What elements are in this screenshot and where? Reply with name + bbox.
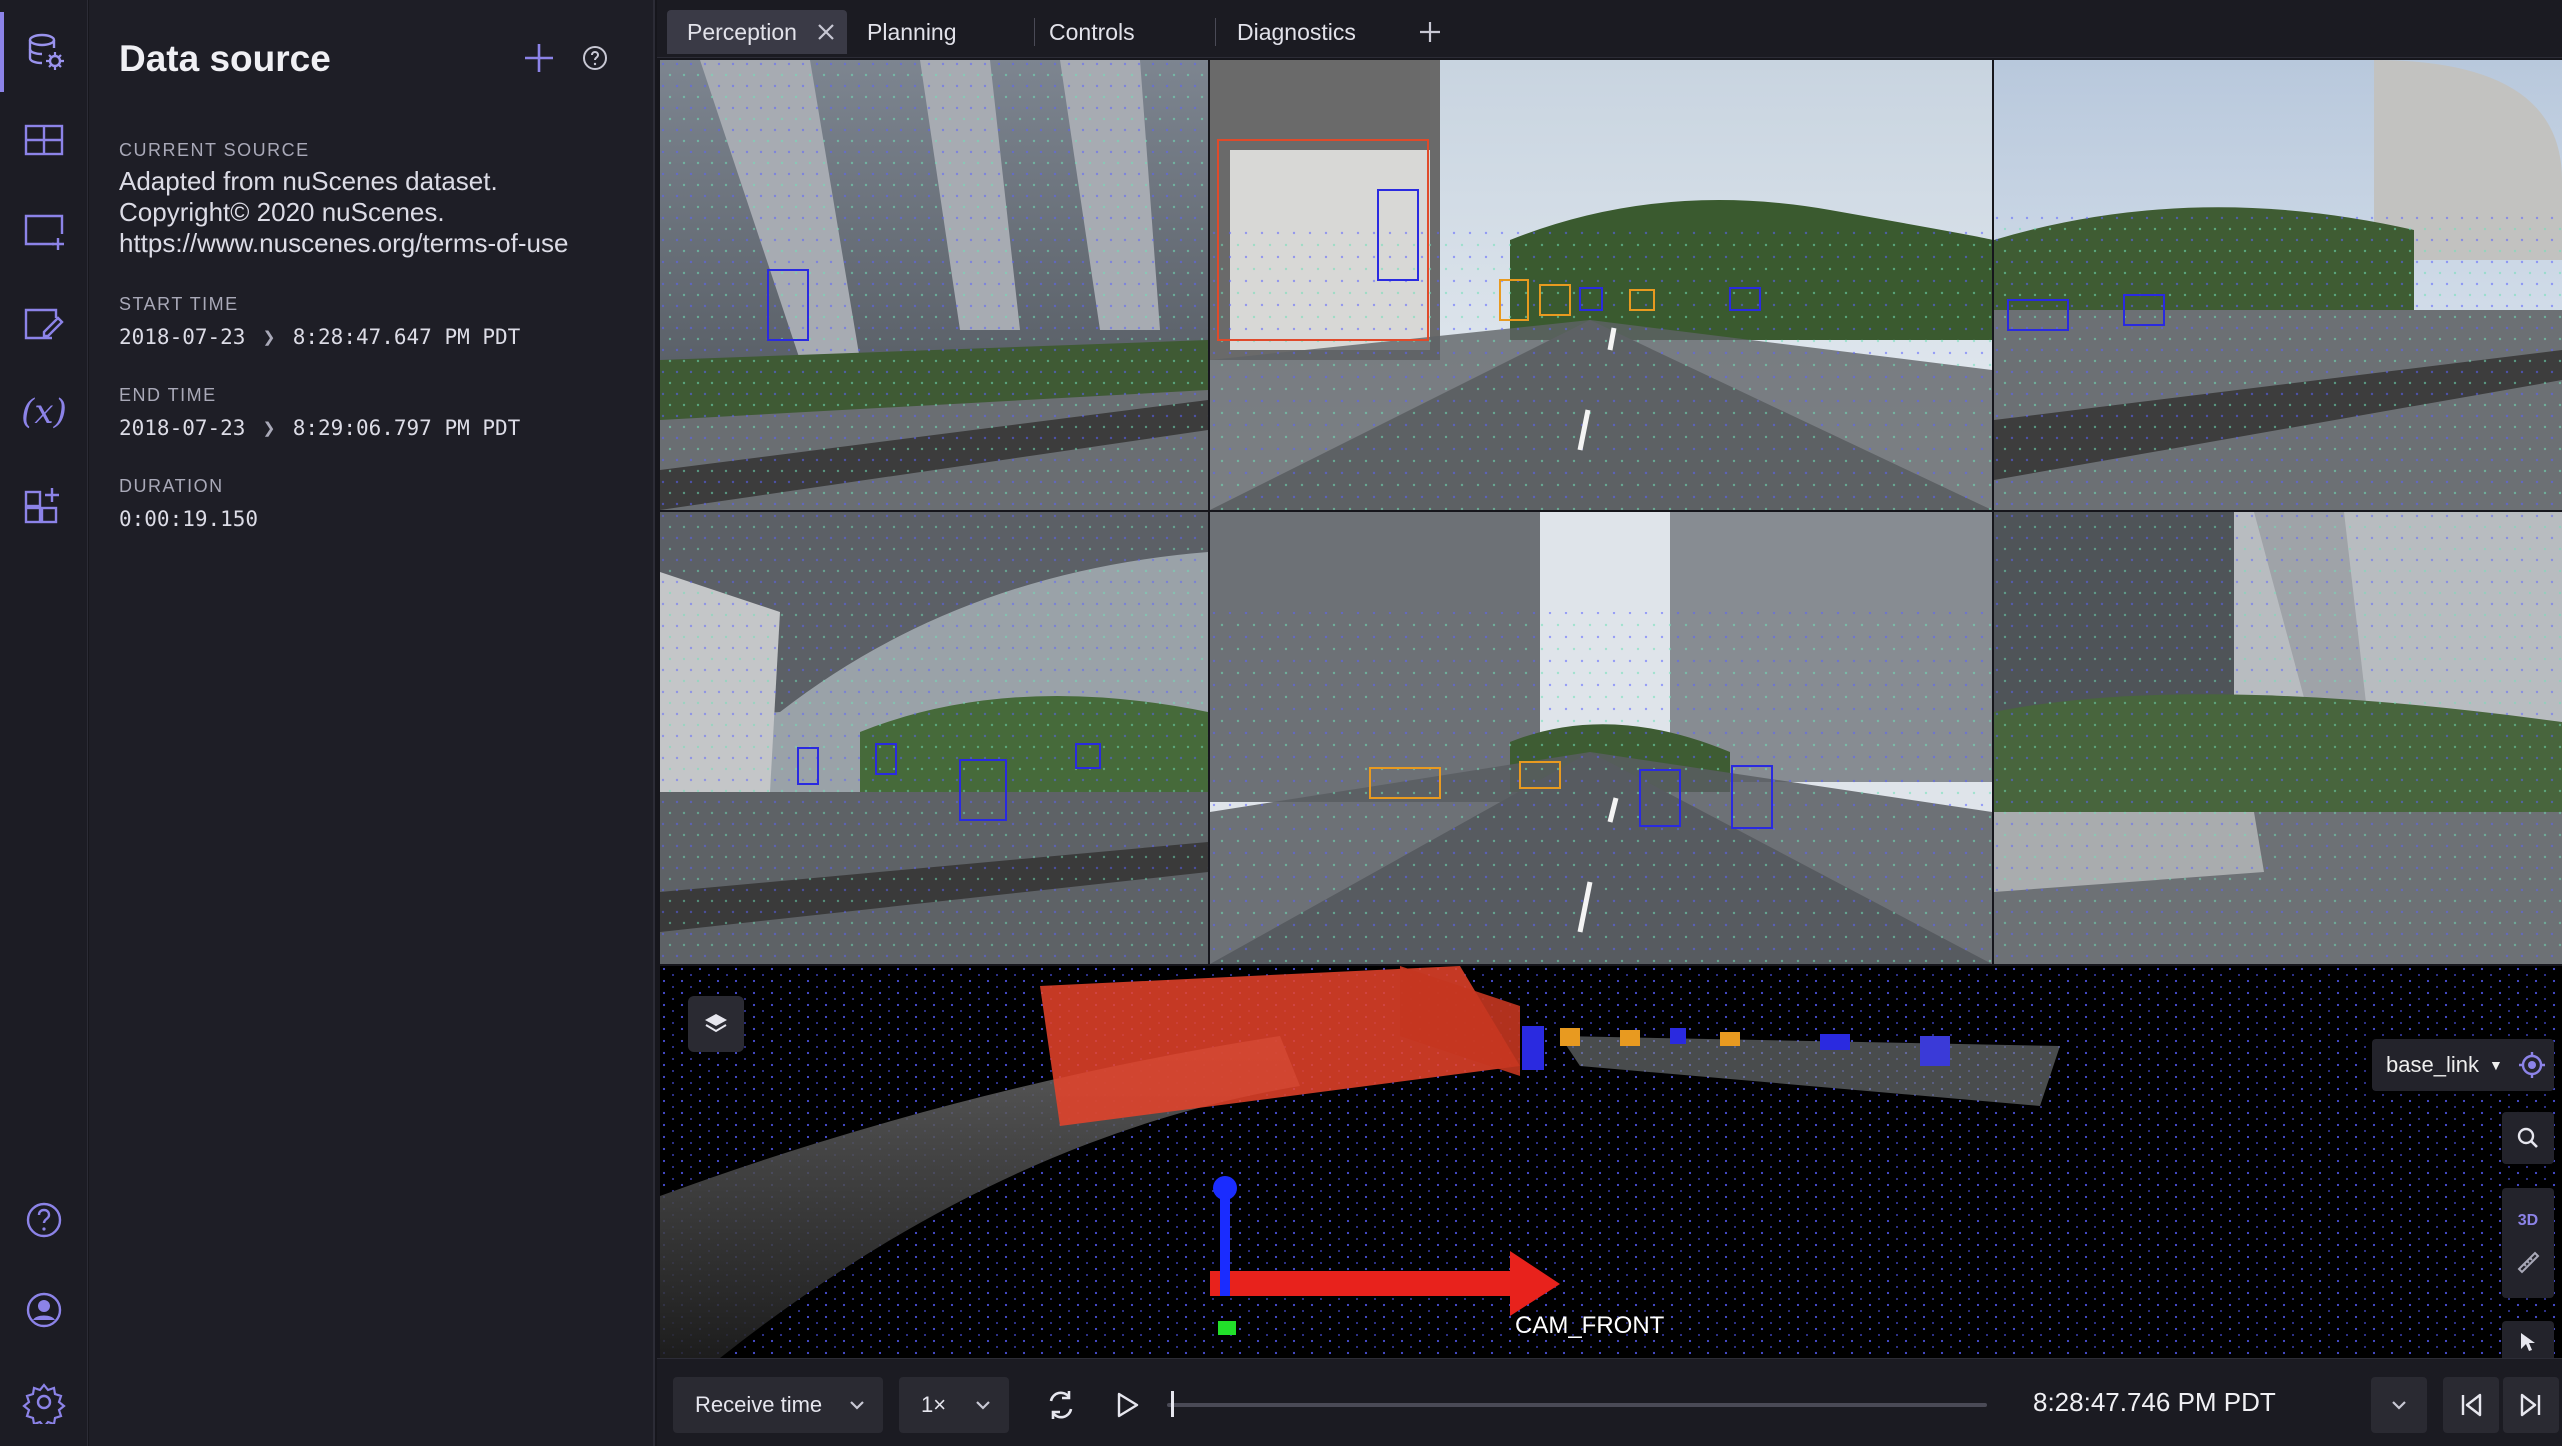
- playback-bar: Receive time 1× 8:28:47.746 PM PDT: [657, 1358, 2562, 1446]
- tab-controls[interactable]: Controls: [1029, 10, 1209, 54]
- toggle-3d-button[interactable]: 3D: [2518, 1212, 2538, 1230]
- camera-back-left-panel[interactable]: [660, 512, 1208, 964]
- end-time-label: END TIME: [119, 385, 217, 405]
- start-date: 2018-07-23: [119, 325, 246, 349]
- camera-front-right-panel[interactable]: [1994, 60, 2562, 510]
- loop-button[interactable]: [1039, 1383, 1083, 1427]
- data-source-panel: Data source CURRENT SOURCE Adapted from …: [89, 0, 655, 1446]
- panel-title: Data source: [119, 38, 331, 79]
- camera-frame-label: CAM_FRONT: [1515, 1312, 1665, 1339]
- speed-value: 1×: [921, 1392, 947, 1417]
- current-source-line-1: Adapted from nuScenes dataset.: [119, 166, 498, 196]
- tab-divider: [1215, 18, 1216, 46]
- close-icon[interactable]: [815, 21, 837, 43]
- chevron-down-icon: [2392, 1401, 2406, 1410]
- caret-down-icon: ▼: [2488, 1057, 2503, 1073]
- layout-tab-bar: Perception Planning Controls Diagnostics: [657, 0, 2562, 58]
- current-source-line-2: Copyright© 2020 nuScenes.: [119, 197, 445, 227]
- chevron-right-icon: ❯: [262, 416, 276, 440]
- end-time-value: 2018-07-23 ❯ 8:29:06.797 PM PDT: [119, 413, 520, 444]
- add-panel-icon[interactable]: [0, 192, 88, 272]
- camera-back-right-panel[interactable]: [1994, 512, 2562, 964]
- start-time-value: 2018-07-23 ❯ 8:28:47.647 PM PDT: [119, 322, 520, 353]
- playback-scrubber[interactable]: [1167, 1403, 1987, 1407]
- seek-backward-button[interactable]: [2443, 1377, 2499, 1433]
- tab-diagnostics[interactable]: Diagnostics: [1217, 10, 1407, 54]
- start-time: 8:28:47.647 PM PDT: [292, 325, 521, 349]
- tab-label: Diagnostics: [1237, 18, 1356, 45]
- plus-icon: [1420, 22, 1440, 42]
- start-time-label: START TIME: [119, 294, 239, 314]
- current-source-line-3: https://www.nuscenes.org/terms-of-use: [119, 228, 569, 258]
- seek-forward-button[interactable]: [2503, 1377, 2559, 1433]
- time-format-button[interactable]: [2371, 1377, 2427, 1433]
- add-source-button[interactable]: [519, 38, 559, 78]
- speed-dropdown[interactable]: 1×: [899, 1377, 1009, 1433]
- data-source-icon[interactable]: [0, 12, 88, 92]
- view-tools: 3D: [2502, 1188, 2554, 1298]
- crosshair-icon: [2519, 1052, 2545, 1078]
- cursor-icon: [2521, 1333, 2535, 1351]
- variables-icon[interactable]: (x): [0, 372, 88, 452]
- account-icon[interactable]: [0, 1270, 88, 1350]
- duration-value: 0:00:19.150: [119, 507, 259, 531]
- tab-label: Perception: [687, 18, 797, 45]
- play-button[interactable]: [1105, 1383, 1149, 1427]
- time-source-dropdown[interactable]: Receive time: [673, 1377, 883, 1433]
- layers-button[interactable]: [688, 996, 744, 1052]
- time-source-value: Receive time: [695, 1392, 823, 1417]
- camera-back-panel[interactable]: [1210, 512, 1992, 964]
- skip-forward-icon: [2520, 1393, 2541, 1417]
- extensions-icon[interactable]: [0, 466, 88, 546]
- follow-target-button[interactable]: [2510, 1039, 2554, 1091]
- end-date: 2018-07-23: [119, 416, 246, 440]
- playback-position-marker[interactable]: [1171, 1391, 1175, 1417]
- duration-label: DURATION: [119, 476, 224, 496]
- layers-icon: [705, 1014, 727, 1033]
- loop-icon: [1049, 1391, 1073, 1419]
- left-rail: (x): [0, 0, 88, 1446]
- add-tab-button[interactable]: [1412, 14, 1448, 50]
- frame-select-value: base_link: [2386, 1052, 2479, 1077]
- current-time: 8:28:47.746 PM PDT: [2033, 1387, 2276, 1417]
- edit-note-icon[interactable]: [0, 284, 88, 364]
- current-source-label: CURRENT SOURCE: [119, 140, 310, 160]
- tab-label: Planning: [867, 18, 957, 45]
- frame-select[interactable]: base_link ▼: [2372, 1039, 2512, 1091]
- camera-front-panel[interactable]: [1210, 60, 1992, 510]
- play-icon: [1117, 1392, 1139, 1418]
- chevron-down-icon: [976, 1401, 990, 1410]
- layout-grid-icon[interactable]: [0, 100, 88, 180]
- settings-icon[interactable]: [0, 1362, 88, 1442]
- end-time: 8:29:06.797 PM PDT: [292, 416, 521, 440]
- chevron-down-icon: [850, 1401, 864, 1410]
- camera-front-left-panel[interactable]: [660, 60, 1208, 510]
- select-tool-button[interactable]: [2502, 1321, 2554, 1358]
- 3d-view-panel[interactable]: base_link ▼ 3D CAM_FRONT: [660, 966, 2562, 1358]
- plus-icon: [525, 44, 553, 72]
- chevron-right-icon: ❯: [262, 325, 276, 349]
- skip-back-icon: [2461, 1393, 2482, 1417]
- search-button[interactable]: [2502, 1112, 2554, 1164]
- tab-perception[interactable]: Perception: [667, 10, 847, 54]
- help-icon[interactable]: [0, 1180, 88, 1260]
- help-icon: [583, 46, 607, 70]
- panel-help-button[interactable]: [579, 42, 611, 74]
- tab-planning[interactable]: Planning: [847, 10, 1027, 54]
- ruler-icon[interactable]: [2516, 1250, 2540, 1274]
- search-icon: [2517, 1127, 2538, 1148]
- tab-label: Controls: [1049, 18, 1135, 45]
